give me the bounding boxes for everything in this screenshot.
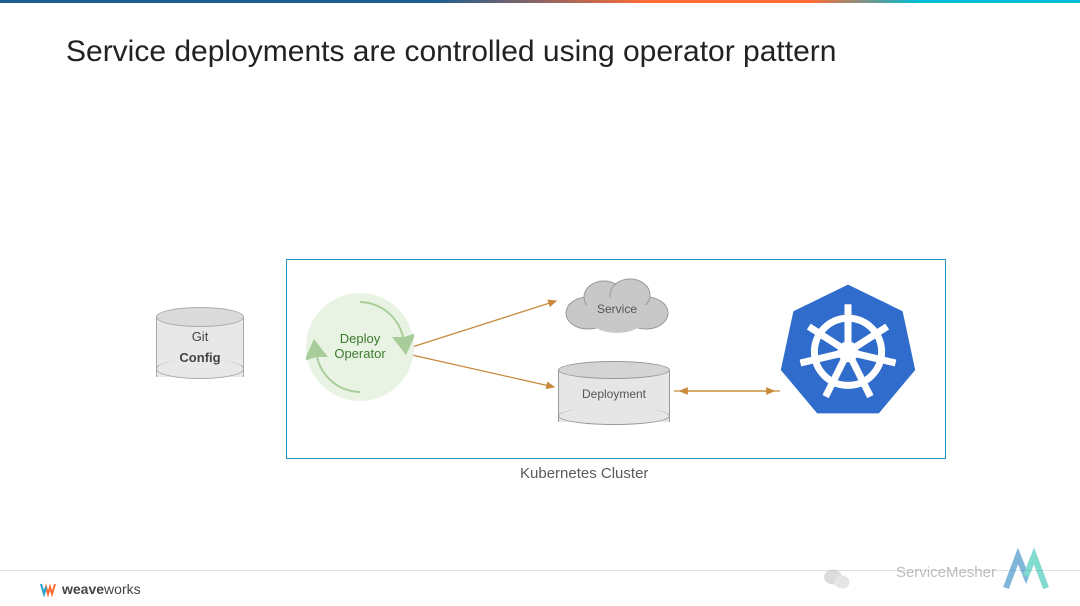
brand-text: weaveworks (62, 581, 141, 597)
slide-title: Service deployments are controlled using… (66, 35, 1080, 69)
service-cloud: Service (558, 275, 676, 337)
watermark-text: ServiceMesher (896, 564, 996, 581)
git-config-store: Git Config (156, 307, 244, 379)
deployment-label: Deployment (558, 387, 670, 401)
deploy-operator: Deploy Operator (306, 293, 414, 401)
config-label: Config (156, 350, 244, 365)
watermark: ServiceMesher (896, 548, 1050, 596)
wechat-icon (824, 568, 850, 590)
top-color-bar (0, 0, 1080, 3)
operator-label-1: Deploy (306, 331, 414, 346)
weaveworks-icon (40, 581, 56, 597)
diagram-canvas: Git Config Kubernetes Cluster Deploy Ope… (0, 69, 1080, 549)
operator-label-2: Operator (306, 346, 414, 361)
git-label: Git (156, 329, 244, 344)
deployment-store: Deployment (558, 361, 670, 425)
cluster-label: Kubernetes Cluster (520, 465, 648, 482)
service-label: Service (597, 302, 637, 316)
servicemesher-icon (1002, 548, 1050, 596)
kubernetes-icon (778, 279, 918, 419)
